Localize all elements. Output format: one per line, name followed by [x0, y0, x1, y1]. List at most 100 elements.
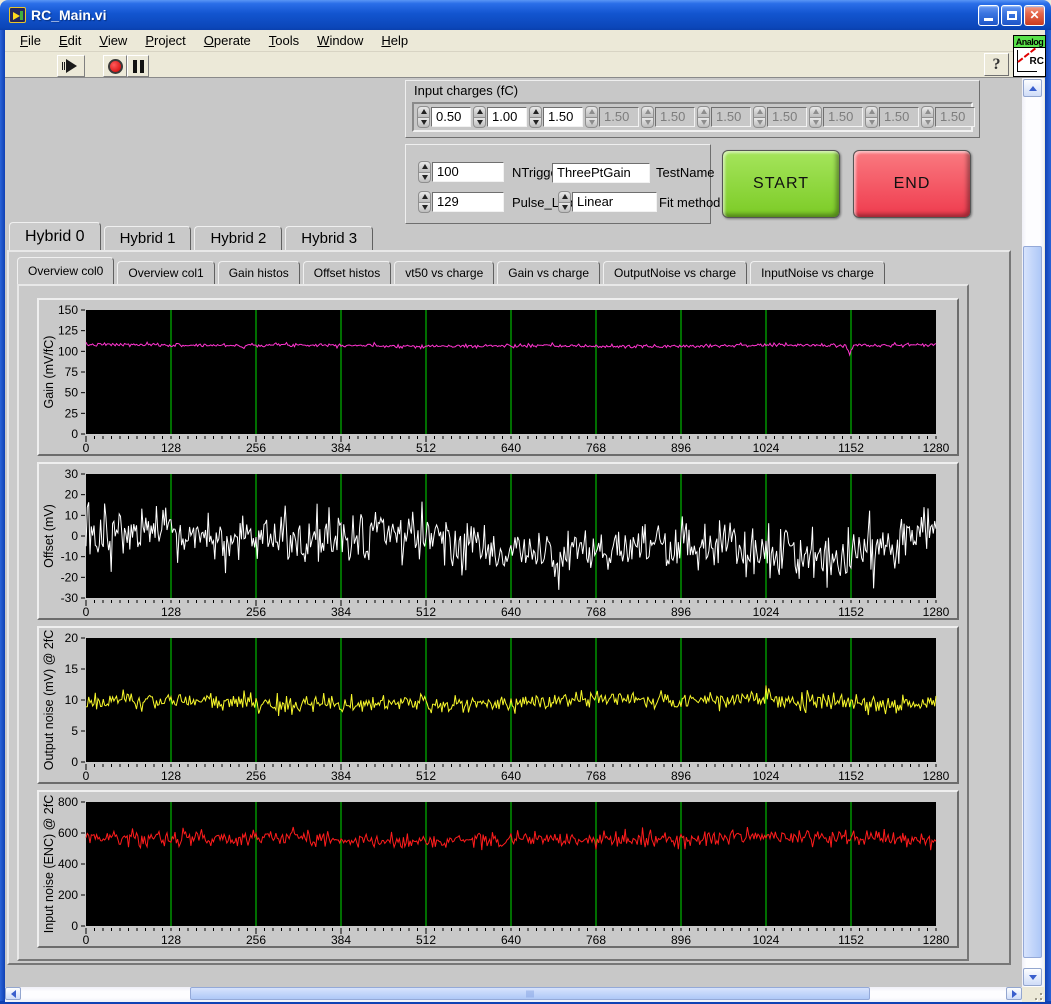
svg-text:1280: 1280	[923, 933, 950, 944]
subtab-gain-vs-charge[interactable]: Gain vs charge	[497, 261, 600, 284]
pause-button[interactable]	[127, 55, 149, 77]
charge-1-arrows[interactable]	[473, 106, 486, 128]
scroll-up-button[interactable]	[1023, 79, 1042, 97]
svg-text:896: 896	[671, 769, 691, 780]
vi-icon-plot: RC	[1014, 47, 1045, 76]
views-page: 0 25 50 75 100 125 150 0 128 256 384 512 640 768 896 10…	[17, 284, 969, 961]
graphs: 0 25 50 75 100 125 150 0 128 256 384 512 640 768 896 10…	[19, 298, 967, 948]
svg-text:512: 512	[416, 769, 436, 780]
svg-text:-20: -20	[61, 570, 79, 584]
horizontal-scrollbar[interactable]	[5, 987, 1022, 1002]
charge-fields: 0.50 1.00 1.50 1.50 1.50 1.50 1.50 1.50 1.50 1.50	[412, 102, 975, 132]
menu-view[interactable]: View	[90, 31, 136, 50]
subtab-vt50-vs-charge[interactable]: vt50 vs charge	[394, 261, 495, 284]
charge-2[interactable]: 1.50	[529, 106, 583, 128]
charge-2-field[interactable]: 1.50	[543, 107, 583, 127]
increment-icon[interactable]	[418, 161, 431, 173]
menu-file[interactable]: File	[11, 31, 50, 50]
input-charges-label: Input charges (fC)	[414, 83, 519, 98]
fit_method-arrows[interactable]	[558, 191, 571, 213]
hybrid-tab-bar: Hybrid 0 Hybrid 1 Hybrid 2 Hybrid 3	[9, 222, 376, 250]
svg-text:768: 768	[586, 441, 606, 452]
help-question-icon: ?	[992, 55, 1001, 73]
charge-0-arrows[interactable]	[417, 106, 430, 128]
horizontal-scroll-thumb[interactable]	[190, 987, 870, 1000]
scroll-left-button[interactable]	[5, 987, 21, 1000]
svg-text:640: 640	[501, 441, 521, 452]
tab-hybrid-2[interactable]: Hybrid 2	[194, 226, 283, 250]
ntriggers-field[interactable]: 100	[432, 162, 504, 182]
menu-tools[interactable]: Tools	[260, 31, 308, 50]
graph-2: 0 5 10 15 20 0 128 256 384 512 640 768 896 1024 1152 12…	[37, 626, 959, 784]
charge-5: 1.50	[697, 106, 751, 128]
subtab-gain-histos[interactable]: Gain histos	[217, 261, 300, 284]
svg-text:640: 640	[501, 933, 521, 944]
ntriggers-arrows[interactable]	[418, 161, 431, 183]
decrement-icon[interactable]	[558, 202, 571, 213]
scroll-down-button[interactable]	[1023, 968, 1042, 986]
charge-1[interactable]: 1.00	[473, 106, 527, 128]
decrement-icon[interactable]	[418, 172, 431, 183]
tab-hybrid-0[interactable]: Hybrid 0	[9, 222, 101, 250]
minimize-icon	[984, 17, 993, 21]
resize-grip[interactable]	[1022, 987, 1045, 1002]
menu-project[interactable]: Project	[136, 31, 194, 50]
vertical-scrollbar[interactable]	[1022, 78, 1044, 987]
fit_method[interactable]: Linear	[558, 191, 657, 213]
subtab-offset-histos[interactable]: Offset histos	[302, 261, 392, 284]
title-bar[interactable]: RC_Main.vi ✕	[0, 0, 1051, 30]
svg-text:100: 100	[58, 344, 78, 358]
svg-text:1152: 1152	[838, 769, 864, 780]
decrement-icon[interactable]	[417, 117, 430, 128]
pulse_delay[interactable]: 129	[418, 191, 504, 213]
charge-4: 1.50	[641, 106, 695, 128]
svg-text:20: 20	[65, 488, 79, 502]
increment-icon[interactable]	[558, 191, 571, 203]
decrement-icon[interactable]	[529, 117, 542, 128]
scroll-right-button[interactable]	[1006, 987, 1022, 1000]
graph-1: -30 -20 -10 0 10 20 30 0 128 256 384 512 640 768 896 10…	[37, 462, 959, 620]
tab-hybrid-1[interactable]: Hybrid 1	[103, 226, 192, 250]
ntriggers[interactable]: 100	[418, 161, 504, 183]
graph-3: 0 200 400 600 800 0 128 256 384 512 640 768 896 1024 1…	[37, 790, 959, 948]
tab-hybrid-3[interactable]: Hybrid 3	[285, 226, 374, 250]
svg-text:50: 50	[65, 386, 79, 400]
maximize-button[interactable]	[1001, 4, 1022, 26]
end-button[interactable]: END	[853, 150, 971, 218]
decrement-icon[interactable]	[473, 117, 486, 128]
pulse_delay-arrows[interactable]	[418, 191, 431, 213]
pulse_delay-field[interactable]: 129	[432, 192, 504, 212]
close-button[interactable]: ✕	[1024, 4, 1045, 26]
svg-text:1280: 1280	[923, 769, 950, 780]
increment-icon[interactable]	[473, 106, 486, 118]
increment-icon[interactable]	[529, 106, 542, 118]
charge-0-field[interactable]: 0.50	[431, 107, 471, 127]
charge-1-field[interactable]: 1.00	[487, 107, 527, 127]
fit_method-field[interactable]: Linear	[572, 192, 657, 212]
testname-field[interactable]: ThreePtGain	[552, 163, 650, 183]
decrement-icon	[809, 117, 822, 128]
start-button[interactable]: START	[722, 150, 840, 218]
subtab-outputnoise-vs-charge[interactable]: OutputNoise vs charge	[603, 261, 748, 284]
vertical-scroll-thumb[interactable]	[1023, 246, 1042, 958]
run-button[interactable]	[57, 55, 85, 77]
subtab-inputnoise-vs-charge[interactable]: InputNoise vs charge	[750, 261, 885, 284]
svg-text:896: 896	[671, 933, 691, 944]
subtab-overview-col1[interactable]: Overview col1	[117, 261, 215, 284]
decrement-icon[interactable]	[418, 202, 431, 213]
minimize-button[interactable]	[978, 4, 999, 26]
menu-operate[interactable]: Operate	[195, 31, 260, 50]
charge-0[interactable]: 0.50	[417, 106, 471, 128]
menu-edit[interactable]: Edit	[50, 31, 90, 50]
abort-button[interactable]	[103, 55, 127, 77]
context-help-button[interactable]: ?	[984, 53, 1009, 76]
increment-icon[interactable]	[418, 191, 431, 203]
charge-7: 1.50	[809, 106, 863, 128]
menu-help[interactable]: Help	[372, 31, 417, 50]
subtab-overview-col0[interactable]: Overview col0	[17, 257, 115, 284]
charge-2-arrows[interactable]	[529, 106, 542, 128]
charge-9-arrows	[921, 106, 934, 128]
increment-icon[interactable]	[417, 106, 430, 118]
menu-window[interactable]: Window	[308, 31, 372, 50]
vi-connector-icon[interactable]: Analog RC	[1013, 35, 1046, 77]
